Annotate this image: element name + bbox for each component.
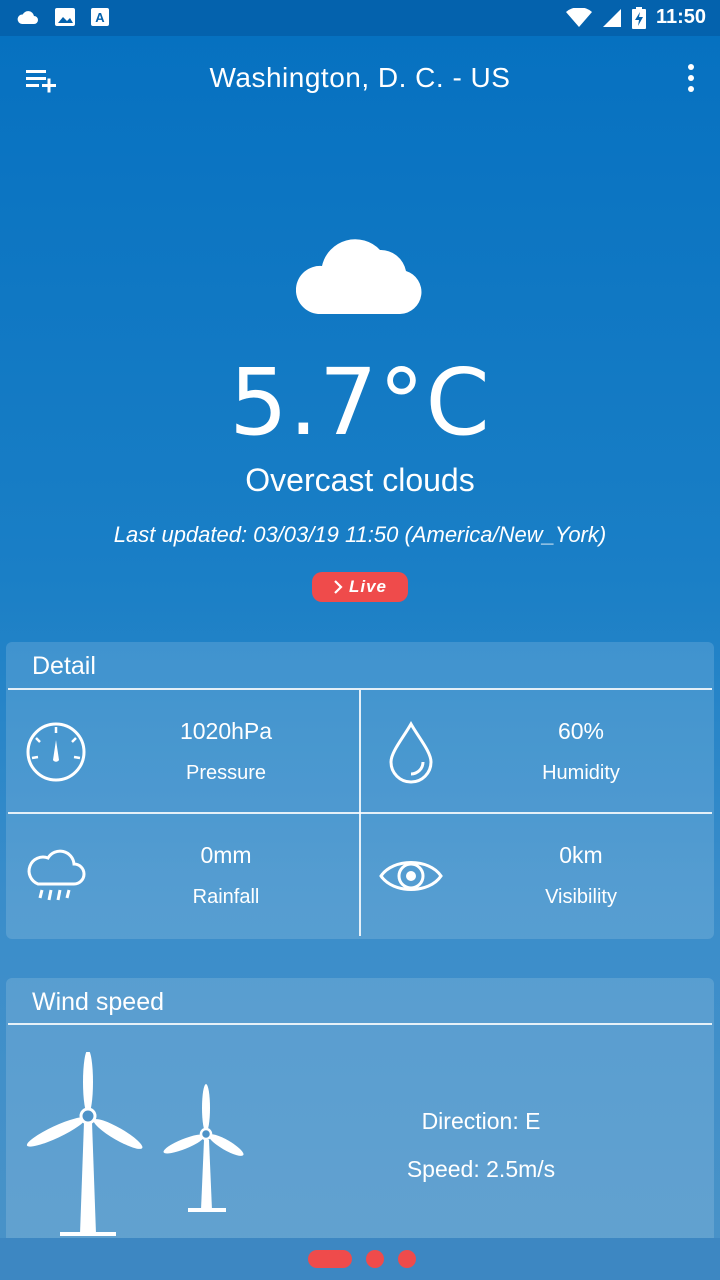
detail-title: Detail <box>32 652 96 680</box>
pressure-label: Pressure <box>185 762 267 784</box>
page-dot[interactable] <box>366 1250 384 1268</box>
droplet-icon <box>389 720 433 784</box>
pressure-cell: 1020hPa Pressure <box>6 690 358 812</box>
image-icon <box>55 8 75 26</box>
temperature: 5.7°C <box>229 349 491 456</box>
rainfall-cell: 0mm Rainfall <box>6 814 358 936</box>
page-dot[interactable] <box>398 1250 416 1268</box>
cloud-icon <box>17 11 38 24</box>
svg-text:A: A <box>95 10 105 25</box>
signal-icon <box>602 8 621 27</box>
chevron-right-icon <box>334 580 343 594</box>
humidity-cell: 60% Humidity <box>361 690 713 812</box>
wind-card: Wind speed Direction: E Speed: 2.5m/s <box>6 978 714 1240</box>
visibility-value: 0km <box>559 842 603 868</box>
battery-charging-icon <box>631 6 646 29</box>
wind-direction: Direction: E <box>421 1108 541 1134</box>
wind-turbine-icon <box>26 1052 244 1236</box>
rainfall-label: Rainfall <box>192 886 260 908</box>
humidity-value: 60% <box>557 718 605 744</box>
more-vert-icon[interactable] <box>684 62 698 94</box>
page-indicator <box>308 1250 416 1268</box>
rainfall-value: 0mm <box>200 842 252 868</box>
status-left-icons: A <box>16 7 110 27</box>
app-bar: Washington, D. C. - US <box>0 36 720 120</box>
wifi-icon <box>565 7 592 27</box>
divider <box>8 1023 712 1025</box>
pressure-value: 1020hPa <box>179 718 273 744</box>
status-time: 11:50 <box>655 6 706 28</box>
detail-card: Detail 1020hPa Pressure 60% Humidity 0mm… <box>6 642 714 939</box>
last-updated-text: Last updated: 03/03/19 11:50 (America/Ne… <box>113 522 607 547</box>
wind-title: Wind speed <box>32 988 165 1016</box>
page-dot-active[interactable] <box>308 1250 352 1268</box>
status-bar: A 11:50 <box>0 0 720 36</box>
live-button[interactable]: Live <box>312 572 408 602</box>
a-font-icon: A <box>91 8 109 26</box>
location-title: Washington, D. C. - US <box>209 62 511 93</box>
wind-speed: Speed: 2.5m/s <box>406 1156 556 1182</box>
status-right-icons: 11:50 <box>565 6 706 29</box>
gauge-icon <box>26 722 86 782</box>
live-label: Live <box>348 577 388 596</box>
rain-cloud-icon <box>27 849 86 901</box>
visibility-label: Visibility <box>545 886 617 908</box>
cloud-icon <box>296 239 422 314</box>
eye-icon <box>379 861 443 891</box>
condition-text: Overcast clouds <box>245 462 475 498</box>
visibility-cell: 0km Visibility <box>361 814 713 936</box>
humidity-label: Humidity <box>542 762 620 784</box>
